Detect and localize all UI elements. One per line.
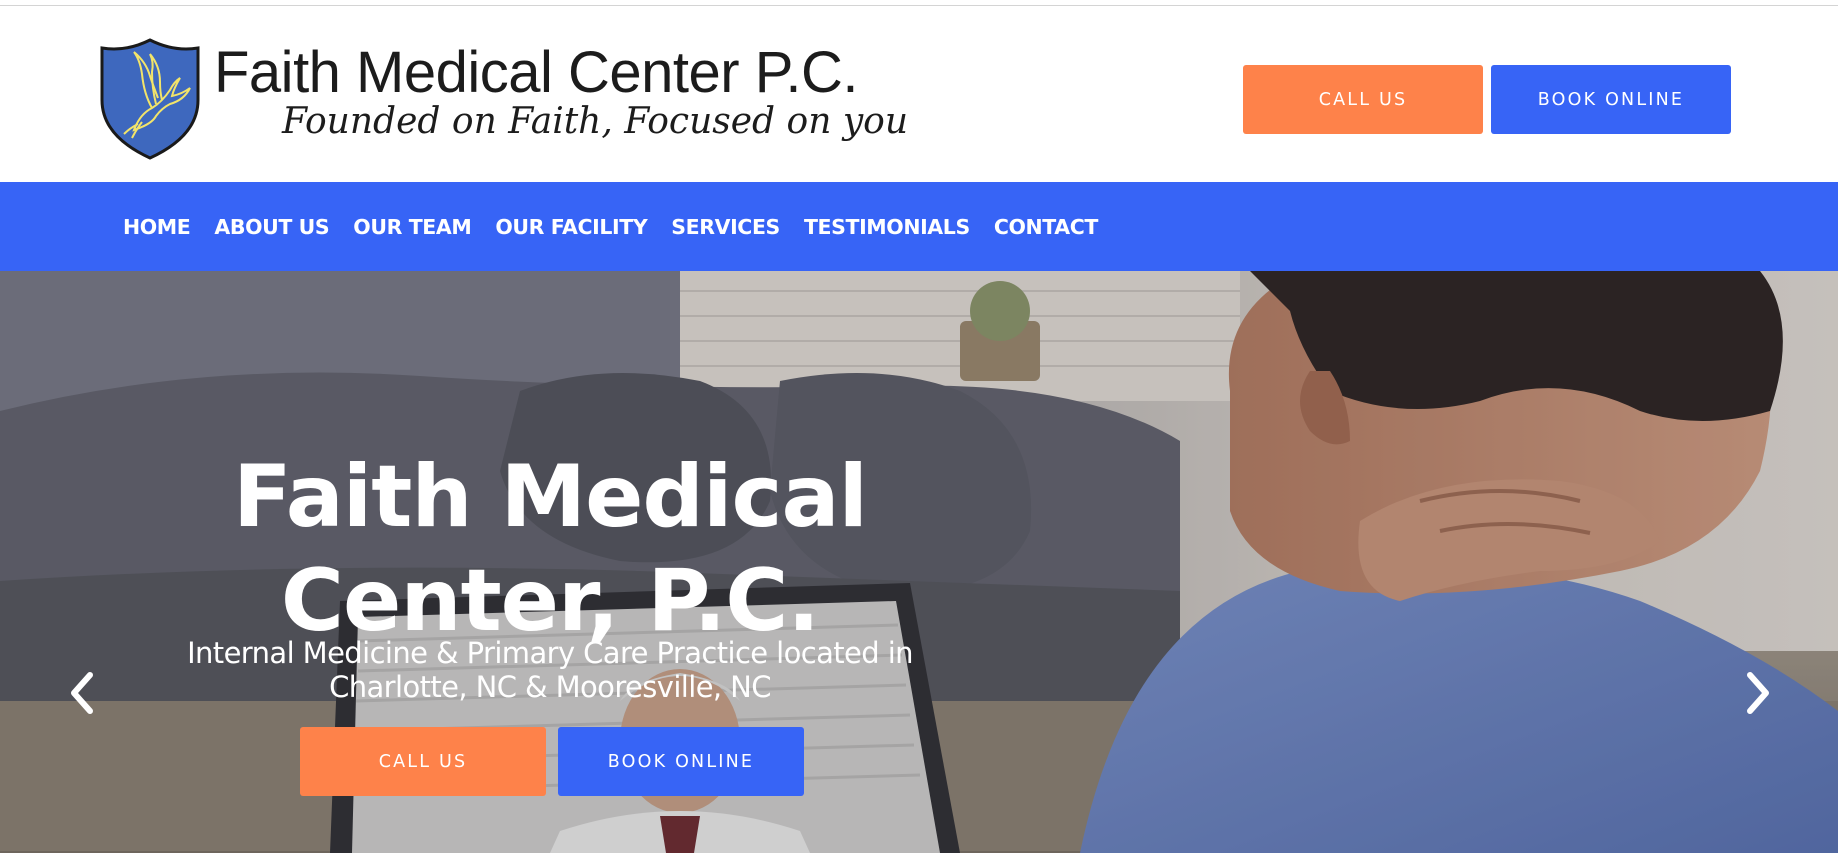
chevron-right-icon[interactable]: [1738, 663, 1778, 723]
nav-item-contact[interactable]: CONTACT: [994, 215, 1099, 239]
nav-item-our-team[interactable]: OUR TEAM: [353, 215, 471, 239]
hero-subtitle: Internal Medicine & Primary Care Practic…: [187, 636, 913, 704]
hero-title: Faith Medical Center, P.C.: [233, 447, 868, 651]
dove-shield-icon: [100, 38, 200, 160]
hero-call-us-button[interactable]: CALL US: [300, 727, 546, 796]
header-book-online-button[interactable]: BOOK ONLINE: [1491, 65, 1731, 134]
logo-title: Faith Medical Center P.C.: [214, 40, 859, 105]
nav-menu: HOME ABOUT US OUR TEAM OUR FACILITY SERV…: [123, 182, 1098, 271]
hero-book-online-button[interactable]: BOOK ONLINE: [558, 727, 804, 796]
main-nav: HOME ABOUT US OUR TEAM OUR FACILITY SERV…: [0, 182, 1838, 271]
site-header: Faith Medical Center P.C. Founded on Fai…: [0, 6, 1838, 182]
nav-item-our-facility[interactable]: OUR FACILITY: [495, 215, 647, 239]
nav-item-home[interactable]: HOME: [123, 215, 191, 239]
nav-item-testimonials[interactable]: TESTIMONIALS: [804, 215, 970, 239]
header-call-us-button[interactable]: CALL US: [1243, 65, 1483, 134]
logo-tagline: Founded on Faith, Focused on you: [282, 101, 909, 142]
chevron-left-icon[interactable]: [62, 663, 102, 723]
nav-item-about-us[interactable]: ABOUT US: [214, 215, 329, 239]
hero-slider: Faith Medical Center, P.C. Internal Medi…: [0, 271, 1838, 853]
nav-item-services[interactable]: SERVICES: [671, 215, 780, 239]
site-logo[interactable]: Faith Medical Center P.C. Founded on Fai…: [96, 32, 909, 162]
